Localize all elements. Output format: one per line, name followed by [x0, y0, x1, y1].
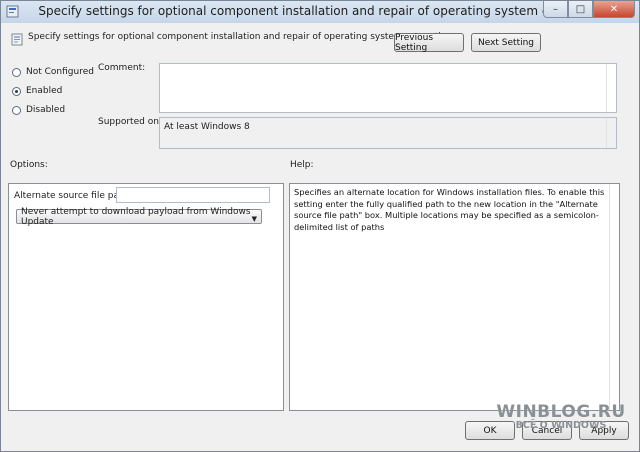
help-heading: Help: [290, 160, 314, 170]
comment-scrollbar[interactable] [606, 64, 616, 112]
radio-disabled-label: Disabled [26, 105, 66, 115]
alternate-source-input[interactable] [116, 187, 270, 203]
radio-not-configured-indicator[interactable] [12, 67, 21, 77]
options-heading: Options: [10, 160, 48, 170]
help-text: Specifies an alternate location for Wind… [294, 187, 605, 232]
radio-disabled[interactable]: Disabled [12, 105, 65, 115]
policy-dialog-window: Specify settings for optional component … [0, 0, 640, 452]
minimize-button[interactable]: – [543, 1, 568, 18]
radio-not-configured[interactable]: Not Configured [12, 67, 94, 77]
comment-field[interactable] [159, 63, 617, 113]
radio-not-configured-label: Not Configured [26, 67, 94, 77]
radio-enabled-label: Enabled [26, 86, 63, 96]
radio-enabled[interactable]: Enabled [12, 86, 62, 96]
policy-name: Specify settings for optional component … [28, 32, 452, 42]
title-bar[interactable]: Specify settings for optional component … [1, 1, 639, 23]
supported-on-value: At least Windows 8 [164, 122, 250, 132]
radio-enabled-indicator[interactable] [12, 86, 21, 96]
download-option-dropdown[interactable]: Never attempt to download payload from W… [16, 206, 262, 227]
options-panel: Alternate source file path Never attempt… [8, 183, 284, 411]
window-controls: – □ ✕ [543, 1, 635, 19]
previous-setting-button[interactable]: Previous Setting [394, 33, 464, 53]
next-setting-button[interactable]: Next Setting [471, 33, 541, 52]
close-button[interactable]: ✕ [593, 1, 635, 18]
help-panel: Specifies an alternate location for Wind… [289, 183, 620, 411]
supported-on-field: At least Windows 8 [159, 117, 617, 149]
radio-disabled-indicator[interactable] [12, 105, 21, 115]
site-watermark: WINBLOG.RU ВСЁ О WINDOWS [491, 402, 631, 431]
chevron-down-icon[interactable]: ▼ [252, 215, 257, 223]
policy-setting-icon [11, 33, 23, 46]
watermark-main: WINBLOG.RU [496, 402, 626, 422]
maximize-button[interactable]: □ [568, 1, 593, 18]
help-scrollbar[interactable] [609, 184, 619, 410]
supported-on-label: Supported on: [98, 117, 162, 127]
download-option-value: Never attempt to download payload from W… [21, 206, 251, 227]
alternate-source-label: Alternate source file path [14, 191, 129, 201]
dialog-content: Specify settings for optional component … [2, 23, 638, 451]
supported-scrollbar[interactable] [606, 118, 616, 148]
comment-label: Comment: [98, 63, 146, 73]
